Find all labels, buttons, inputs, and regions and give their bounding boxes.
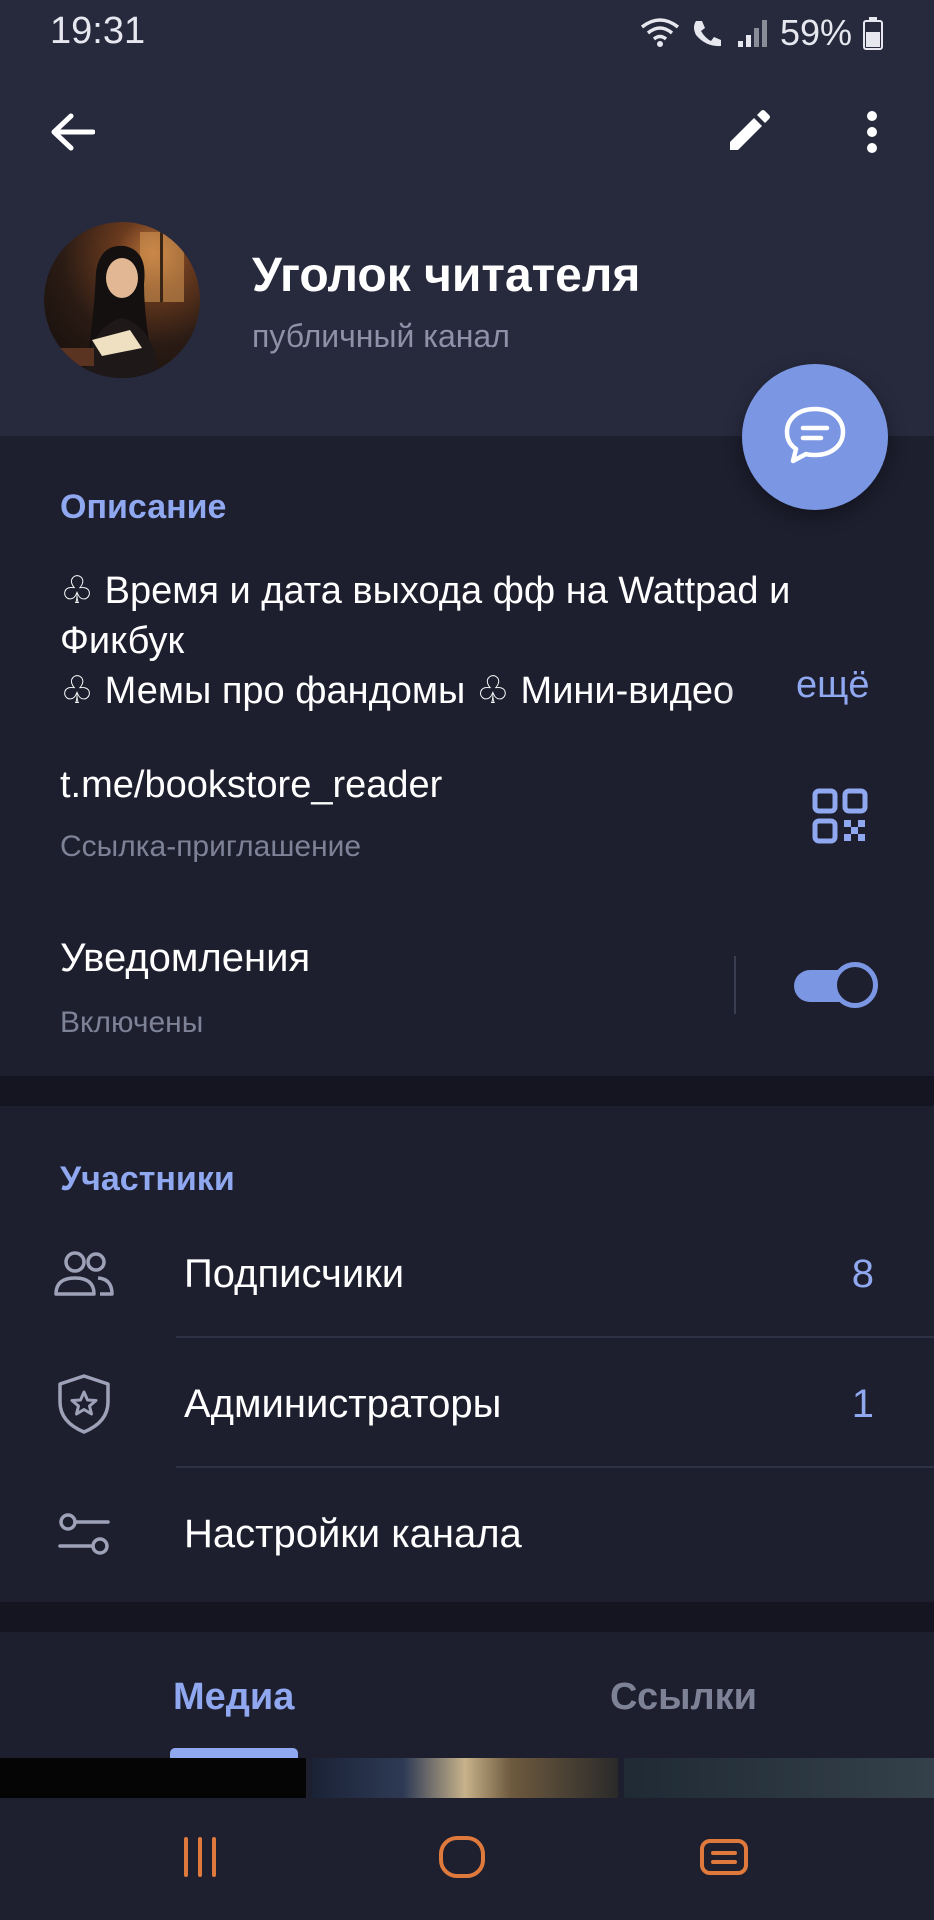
active-tab-indicator [170,1748,298,1758]
notifications-state: Включены [60,1006,204,1039]
description-fade [720,664,800,716]
shield-star-icon [52,1372,116,1436]
media-tabs: Медиа Ссылки [0,1634,934,1758]
back-button[interactable] [32,94,112,174]
chat-bubble-icon [783,405,847,470]
channel-info-screen: 19:31 59% Уголок читателя публичный кана… [0,0,934,1920]
description-more-link[interactable]: ещё [796,664,870,707]
members-label: Участники [60,1160,235,1198]
pencil-icon [726,109,770,159]
qr-code-icon[interactable] [812,788,868,844]
status-bar: 19:31 59% [0,0,934,62]
arrow-left-icon [49,112,96,157]
battery-icon [862,16,884,50]
channel-avatar[interactable] [44,222,200,378]
back-nav-icon [699,1838,749,1881]
administrators-label: Администраторы [184,1382,502,1426]
description-label: Описание [60,488,227,526]
toolbar [0,88,934,180]
subscribers-count: 8 [851,1252,874,1296]
more-options-button[interactable] [832,94,912,174]
channel-settings-label: Настройки канала [184,1512,522,1556]
media-grid [0,1758,934,1798]
channel-subtitle: публичный канал [252,318,510,354]
subscribers-row[interactable]: Подписчики 8 [0,1208,934,1338]
invite-link[interactable]: t.me/bookstore_reader [60,764,442,807]
sliders-icon [52,1502,116,1566]
status-time: 19:31 [50,10,146,52]
toggle-knob [832,962,878,1008]
section-divider [0,1602,934,1632]
home-button[interactable] [422,1824,502,1894]
battery-percent: 59% [779,12,852,53]
media-thumbnail[interactable] [624,1758,934,1798]
more-vertical-icon [866,110,878,159]
discussion-fab[interactable] [742,364,888,510]
channel-title: Уголок читателя [252,249,641,302]
recent-apps-button[interactable] [160,1824,240,1894]
notifications-toggle[interactable] [790,960,878,1010]
invite-link-caption: Ссылка-приглашение [60,830,362,863]
subscribers-label: Подписчики [184,1252,405,1296]
section-divider [0,1076,934,1106]
administrators-row[interactable]: Администраторы 1 [0,1338,934,1468]
home-icon [438,1835,486,1884]
signal-icon [736,17,770,49]
edit-button[interactable] [708,94,788,174]
system-nav-bar [0,1798,934,1920]
recent-apps-icon [180,1835,220,1884]
notifications-divider [734,956,736,1014]
wifi-icon [640,17,680,49]
tab-media[interactable]: Медиа [173,1676,294,1719]
media-thumbnail[interactable] [312,1758,618,1798]
media-thumbnail[interactable] [0,1758,306,1798]
administrators-count: 1 [851,1382,874,1426]
channel-settings-row[interactable]: Настройки канала [0,1468,934,1598]
back-nav-button[interactable] [684,1824,764,1894]
status-indicators: 59% [640,12,884,54]
tab-links[interactable]: Ссылки [610,1676,757,1719]
call-icon [690,17,726,49]
notifications-title: Уведомления [60,936,311,980]
users-icon [52,1242,116,1306]
